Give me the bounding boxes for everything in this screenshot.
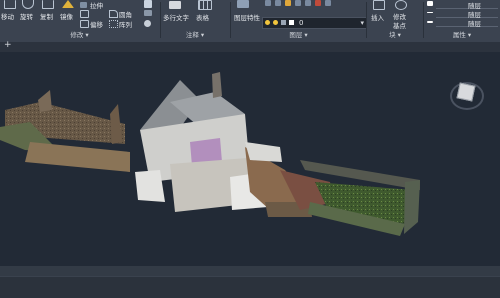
properties-panel: 随层 随层 随层 属性 ▾ <box>424 0 500 42</box>
panel-expand-icon: ▾ <box>395 31 401 39</box>
panel-expand-icon: ▾ <box>465 31 472 39</box>
rotate-button[interactable]: 旋转 <box>20 11 33 21</box>
annotation-panel: 多行文字 表格 注释 ▾ <box>161 0 229 42</box>
linetype-icon <box>427 12 433 13</box>
point-cloud-model <box>0 72 420 236</box>
panel-expand-icon: ▾ <box>198 31 205 39</box>
basepoint-button[interactable]: 基点 <box>393 20 406 30</box>
modify-panel-label[interactable]: 修改 ▾ <box>0 30 159 40</box>
stretch-icon <box>80 2 87 8</box>
command-line[interactable] <box>0 266 500 276</box>
explode-icon <box>144 10 152 16</box>
layer-dropdown[interactable]: 0 ▾ <box>262 17 367 29</box>
viewcube[interactable] <box>450 78 484 110</box>
layer-tool-icon <box>295 0 301 6</box>
drawing-canvas[interactable] <box>0 52 500 266</box>
panel-expand-icon: ▾ <box>302 31 308 39</box>
table-icon <box>198 0 212 10</box>
fillet-button[interactable]: 圆角 <box>119 9 132 19</box>
status-bar <box>0 276 500 298</box>
stretch-button[interactable]: 拉伸 <box>90 0 103 10</box>
array-button[interactable]: 阵列 <box>119 19 132 29</box>
mirror-button[interactable]: 镜像 <box>60 11 73 21</box>
color-dropdown[interactable]: 随层 <box>436 0 498 10</box>
offset-button[interactable]: 偏移 <box>90 19 103 29</box>
color-swatch-icon <box>289 20 294 25</box>
array-icon <box>109 20 118 28</box>
insert-button[interactable]: 插入 <box>371 12 384 22</box>
edit-block-icon <box>395 0 407 10</box>
layer-tool-icon <box>325 0 331 6</box>
mirror-icon <box>62 0 74 8</box>
insert-icon <box>373 0 385 10</box>
lineweight-icon <box>427 21 433 23</box>
layer-tool-icon <box>265 0 271 6</box>
gear-icon <box>144 20 151 27</box>
lightbulb-icon <box>265 20 270 25</box>
copy-icon <box>42 0 54 9</box>
copy-button[interactable]: 复制 <box>40 11 53 21</box>
layer-tool-icon <box>275 0 281 6</box>
panel-expand-icon: ▾ <box>83 31 89 39</box>
erase-icon <box>144 0 152 8</box>
layer-properties-icon <box>237 0 249 8</box>
lock-icon <box>281 20 286 25</box>
lineweight-dropdown[interactable]: 随层 <box>436 18 498 28</box>
rect-icon <box>80 10 89 18</box>
annotation-panel-label[interactable]: 注释 ▾ <box>161 30 229 40</box>
point-cloud-wall <box>38 90 52 112</box>
cube-icon <box>456 82 476 102</box>
color-icon <box>427 1 433 6</box>
mtext-button[interactable]: 多行文字 <box>163 12 189 22</box>
linetype-dropdown[interactable]: 随层 <box>436 9 498 19</box>
table-button[interactable]: 表格 <box>196 12 209 22</box>
layers-panel-label[interactable]: 图层 ▾ <box>231 30 366 40</box>
block-panel-label[interactable]: 块 ▾ <box>367 30 423 40</box>
sun-icon <box>273 20 278 25</box>
offset-icon <box>80 20 89 28</box>
chevron-down-icon: ▾ <box>360 19 364 27</box>
layer-tool-icon <box>305 0 311 6</box>
point-cloud-roof <box>245 142 282 162</box>
layer-tool-icon <box>285 0 291 6</box>
layer-tool-icon <box>315 0 321 6</box>
properties-panel-label[interactable]: 属性 ▾ <box>424 30 500 40</box>
move-button[interactable]: 移动 <box>1 11 14 21</box>
ribbon: 移动 旋转 复制 镜像 拉伸 偏移 圆角 阵列 修改 ▾ 多行文字 表格 注释 … <box>0 0 500 43</box>
rotate-icon <box>22 0 34 9</box>
text-icon <box>169 1 181 9</box>
point-cloud-wall <box>135 170 165 202</box>
layer-properties-button[interactable]: 图层特性 <box>234 12 260 22</box>
point-cloud-chimney <box>212 72 222 98</box>
move-icon <box>4 0 16 9</box>
point-cloud-wall <box>404 180 420 234</box>
file-tab-bar: + <box>0 40 500 52</box>
fillet-icon <box>109 10 118 18</box>
block-panel: 插入 修改 基点 块 ▾ <box>367 0 423 42</box>
current-layer-name: 0 <box>299 19 304 27</box>
new-tab-button[interactable]: + <box>4 40 12 50</box>
point-cloud-wall <box>25 142 130 172</box>
